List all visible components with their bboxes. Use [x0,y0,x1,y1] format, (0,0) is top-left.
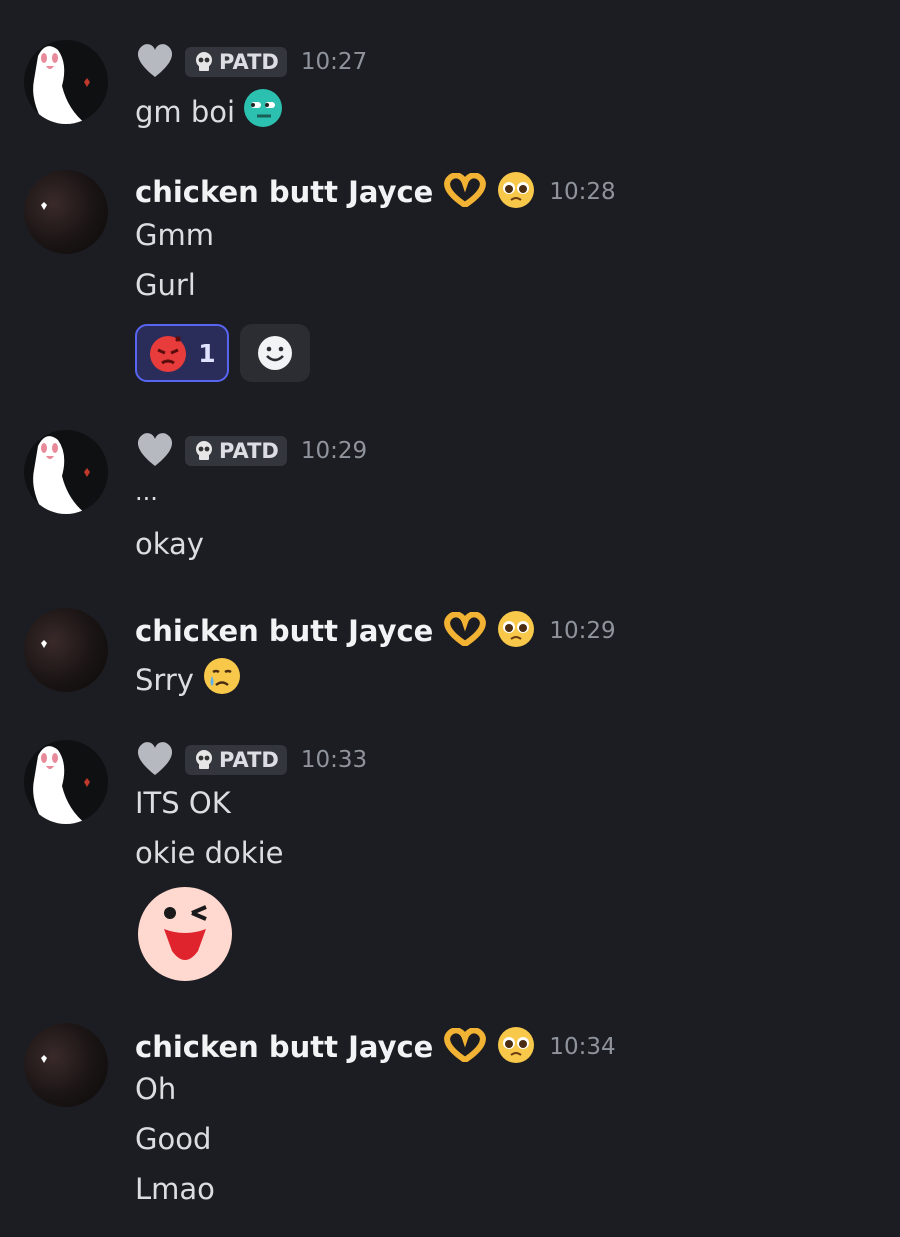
message-header: chicken butt Jayce 10:28 [135,172,616,212]
avatar[interactable] [24,170,108,254]
server-tag-label: PATD [219,50,279,74]
winking-tongue-icon [138,887,232,981]
server-tag-label: PATD [219,748,279,772]
grey-heart-icon[interactable] [135,739,175,781]
server-tag[interactable]: PATD [185,436,287,466]
message-text: okie dokie [135,836,284,870]
grey-heart-icon[interactable] [135,41,175,83]
message-header: chicken butt Jayce 10:29 [135,611,616,651]
message-text: Lmao [135,1172,215,1206]
crying-face-icon [202,656,242,703]
timestamp: 10:28 [549,179,616,205]
message-text: okay [135,527,204,561]
pleading-face-icon [497,1026,535,1068]
grey-heart-icon[interactable] [135,430,175,472]
heart-hands-icon [443,172,487,211]
pleading-face-icon [497,171,535,213]
heart-hands-icon [443,1027,487,1066]
timestamp: 10:27 [300,49,368,75]
skull-icon [196,52,212,71]
timestamp: 10:33 [300,747,368,773]
message-header: PATD 10:33 [135,740,367,780]
message-header: PATD 10:29 [135,431,367,471]
timestamp: 10:29 [549,618,616,644]
avatar[interactable] [24,740,108,824]
message-text: Gurl [135,268,196,302]
angry-face-icon [150,336,187,372]
message-header: chicken butt Jayce 10:34 [135,1027,616,1067]
winking-tongue-sticker[interactable] [136,885,234,983]
add-reaction-button[interactable] [240,324,310,382]
skull-icon [196,750,212,769]
message-text: ... [135,478,158,506]
username[interactable]: chicken butt Jayce [135,614,433,648]
message-text: Srry [135,656,242,703]
add-reaction-icon [258,336,292,370]
avatar[interactable] [24,40,108,124]
avatar[interactable] [24,1023,108,1107]
reaction-angry[interactable]: 1 [135,324,229,382]
skull-icon [196,441,212,460]
reaction-count: 1 [198,338,216,368]
timestamp: 10:34 [549,1034,616,1060]
message-header: PATD 10:27 [135,42,367,82]
pleading-face-icon [497,610,535,652]
server-tag[interactable]: PATD [185,745,287,775]
message-text: ITS OK [135,786,231,820]
message-text: Good [135,1122,212,1156]
message-text: Gmm [135,218,214,252]
side-eye-emoji-icon [243,88,283,135]
avatar[interactable] [24,608,108,692]
username[interactable]: chicken butt Jayce [135,175,433,209]
avatar[interactable] [24,430,108,514]
heart-hands-icon [443,611,487,650]
message-text: Oh [135,1072,177,1106]
server-tag-label: PATD [219,439,279,463]
username[interactable]: chicken butt Jayce [135,1030,433,1064]
server-tag[interactable]: PATD [185,47,287,77]
timestamp: 10:29 [300,438,368,464]
message-text: gm boi [135,88,283,135]
